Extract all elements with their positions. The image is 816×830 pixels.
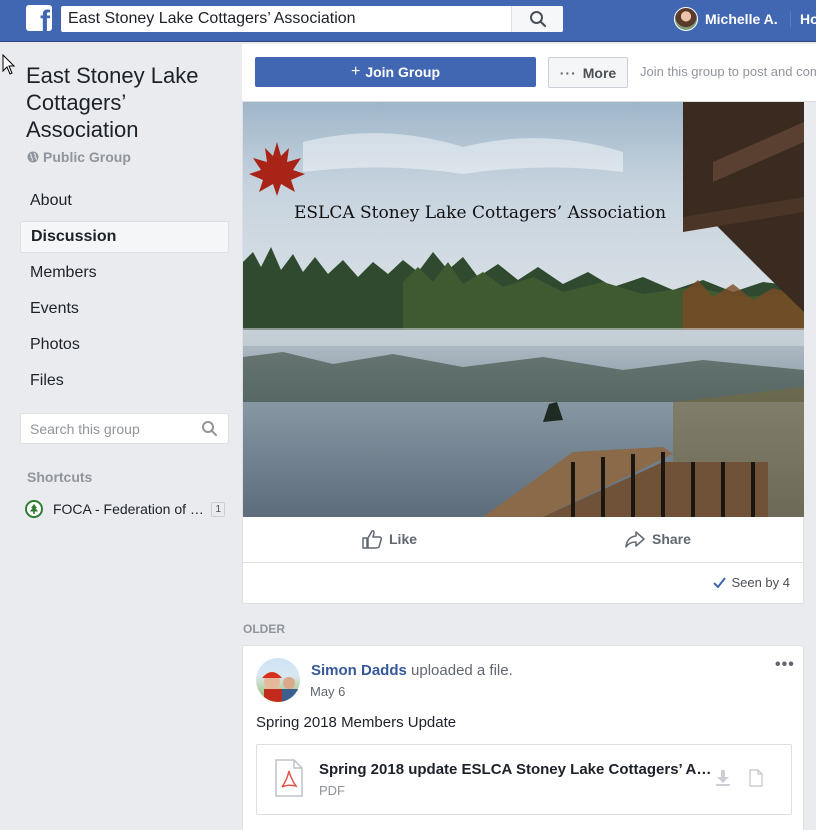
more-dots-icon: ··· xyxy=(559,64,577,81)
nav-item-about[interactable]: About xyxy=(20,185,229,217)
pdf-icon xyxy=(275,759,303,797)
reaction-bar: Like Share xyxy=(243,517,804,563)
cover-photo[interactable]: ESLCA Stoney Lake Cottagers’ Association xyxy=(243,102,804,517)
user-avatar xyxy=(674,7,698,31)
seen-by-label: Seen by 4 xyxy=(731,575,790,590)
global-search-box xyxy=(61,6,563,32)
join-hint-text: Join this group to post and comment. xyxy=(640,64,816,79)
group-privacy: Public Group xyxy=(27,149,131,165)
facebook-logo-icon[interactable]: f xyxy=(26,5,52,31)
shortcut-count-badge: 1 xyxy=(211,501,225,517)
author-name-link[interactable]: Simon Dadds xyxy=(311,662,407,679)
privacy-label: Public Group xyxy=(43,149,131,165)
user-name: Michelle A. xyxy=(705,11,778,27)
nav-item-photos[interactable]: Photos xyxy=(20,329,229,361)
post-timestamp[interactable]: May 6 xyxy=(310,684,345,699)
nav-item-members[interactable]: Members xyxy=(20,257,229,289)
post-card: Simon Dadds uploaded a file. May 6 ••• S… xyxy=(242,645,804,830)
file-title[interactable]: Spring 2018 update ESLCA Stoney Lake Cot… xyxy=(319,761,719,778)
more-button[interactable]: ··· More xyxy=(548,57,628,88)
nav-item-discussion[interactable]: Discussion xyxy=(20,221,229,253)
join-group-button[interactable]: + Join Group xyxy=(255,57,536,87)
file-type: PDF xyxy=(319,783,345,798)
cover-card: ESLCA Stoney Lake Cottagers’ Association… xyxy=(242,102,804,604)
plus-icon: + xyxy=(350,63,361,80)
share-button[interactable]: Share xyxy=(624,529,691,549)
facebook-logo-letter: f xyxy=(40,5,50,32)
search-icon xyxy=(529,11,546,28)
group-title[interactable]: East Stoney Lake Cottagers’ Association xyxy=(26,62,226,143)
shortcut-label: FOCA - Federation of Ontario Cottagers' … xyxy=(52,501,207,517)
nav-item-events[interactable]: Events xyxy=(20,293,229,325)
group-search-box xyxy=(20,413,229,444)
topbar-divider xyxy=(790,11,791,27)
post-text: Spring 2018 Members Update xyxy=(256,714,457,731)
shortcuts-heading: Shortcuts xyxy=(27,469,93,485)
older-section-label: OLDER xyxy=(243,622,285,636)
like-button[interactable]: Like xyxy=(361,529,417,549)
home-link[interactable]: Home xyxy=(800,11,816,27)
search-icon[interactable] xyxy=(201,420,218,437)
group-search-input[interactable] xyxy=(21,414,196,443)
group-action-strip: + Join Group ··· More Join this group to… xyxy=(242,44,816,102)
document-icon[interactable] xyxy=(748,769,764,787)
lake-scene-image xyxy=(243,102,804,517)
post-author-line: Simon Dadds uploaded a file. xyxy=(311,662,513,679)
file-attachment[interactable]: Spring 2018 update ESLCA Stoney Lake Cot… xyxy=(256,744,792,815)
like-icon xyxy=(362,530,383,549)
seen-by-indicator[interactable]: Seen by 4 xyxy=(713,575,790,590)
cover-overlay-title: ESLCA Stoney Lake Cottagers’ Association xyxy=(294,203,667,223)
foca-icon xyxy=(25,500,43,518)
group-nav: About Discussion Members Events Photos F… xyxy=(20,185,229,401)
like-label: Like xyxy=(389,531,418,547)
nav-item-files[interactable]: Files xyxy=(20,365,229,397)
shortcut-item[interactable]: FOCA - Federation of Ontario Cottagers' … xyxy=(25,498,225,520)
post-options-button[interactable]: ••• xyxy=(775,656,795,674)
join-group-label: Join Group xyxy=(365,64,440,80)
globe-icon xyxy=(27,151,39,163)
check-icon xyxy=(713,577,727,588)
cursor-icon xyxy=(2,54,16,75)
global-search-button[interactable] xyxy=(511,6,563,32)
share-label: Share xyxy=(652,531,691,547)
download-icon[interactable] xyxy=(714,769,732,787)
profile-link[interactable]: Michelle A. xyxy=(674,6,778,32)
author-avatar[interactable] xyxy=(256,658,300,702)
top-navigation-bar: f Michelle A. Home xyxy=(0,0,816,42)
share-icon xyxy=(625,531,645,548)
more-label: More xyxy=(582,64,617,81)
global-search-input[interactable] xyxy=(61,6,511,32)
post-action-text: uploaded a file. xyxy=(411,662,513,679)
